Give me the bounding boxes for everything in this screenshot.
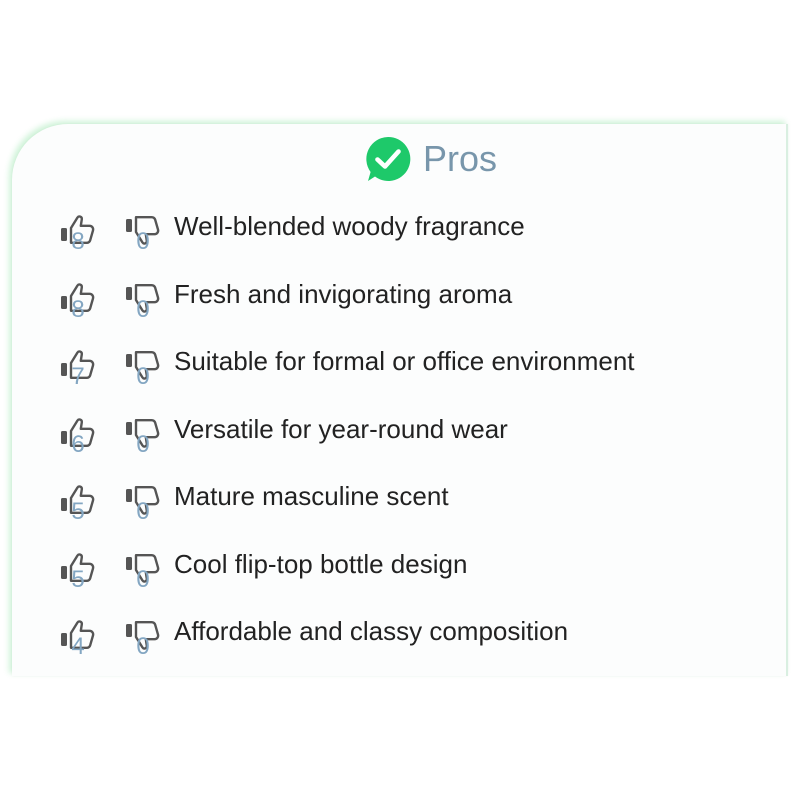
like-button[interactable]: 7	[58, 341, 102, 391]
dislike-count: 0	[136, 295, 150, 323]
dislike-count: 0	[136, 498, 150, 525]
pro-item: 8 0 Fresh and invigorating aroma	[12, 274, 788, 324]
like-button[interactable]: 6	[58, 409, 102, 459]
dislike-button[interactable]: 0	[123, 476, 167, 526]
pro-item: 7 0 Suitable for formal or office environm…	[12, 341, 788, 391]
dislike-button[interactable]: 0	[123, 611, 167, 661]
like-count: 8	[71, 295, 85, 323]
like-button[interactable]: 5	[58, 476, 102, 526]
dislike-button[interactable]: 0	[123, 274, 167, 324]
like-count: 5	[71, 565, 85, 593]
like-button[interactable]: 4	[58, 611, 102, 661]
like-button[interactable]: 8	[58, 274, 102, 324]
pro-text: Suitable for formal or office environmen…	[174, 346, 635, 376]
dislike-count: 0	[136, 228, 150, 255]
dislike-count: 0	[136, 565, 150, 593]
like-count: 5	[71, 498, 85, 525]
like-count: 4	[71, 633, 85, 660]
like-button[interactable]: 8	[58, 206, 102, 256]
pro-text: Versatile for year-round wear	[174, 413, 508, 444]
pros-header: Pros	[12, 134, 788, 184]
dislike-count: 0	[136, 430, 150, 458]
pro-text: Cool flip-top bottle design	[174, 548, 468, 579]
pro-item: 5 0 Mature masculine scent	[12, 476, 788, 526]
dislike-count: 0	[136, 633, 150, 660]
pro-text: Fresh and invigorating aroma	[174, 278, 513, 309]
pro-text: Well-blended woody fragrance	[174, 211, 525, 241]
like-count: 6	[71, 430, 85, 458]
pro-item: 8 0 Well-blended woody fragrance	[12, 206, 788, 256]
like-count: 7	[71, 363, 85, 390]
dislike-button[interactable]: 0	[123, 341, 167, 391]
pros-title: Pros	[422, 138, 498, 179]
pros-card: Pros 8 0 Well-blended woody fragrance 8 0 Fre…	[12, 124, 788, 676]
pro-item: 6 0 Versatile for year-round wear	[12, 409, 788, 459]
pro-item: 4 0 Affordable and classy composition	[12, 611, 788, 661]
dislike-button[interactable]: 0	[123, 409, 167, 459]
pro-text: Affordable and classy composition	[174, 616, 569, 646]
like-count: 8	[71, 228, 85, 255]
dislike-button[interactable]: 0	[123, 206, 167, 256]
dislike-button[interactable]: 0	[123, 544, 167, 594]
pro-item: 5 0 Cool flip-top bottle design	[12, 544, 788, 594]
check-speech-bubble-icon	[366, 136, 411, 181]
pro-text: Mature masculine scent	[174, 481, 449, 511]
like-button[interactable]: 5	[58, 544, 102, 594]
dislike-count: 0	[136, 363, 150, 390]
